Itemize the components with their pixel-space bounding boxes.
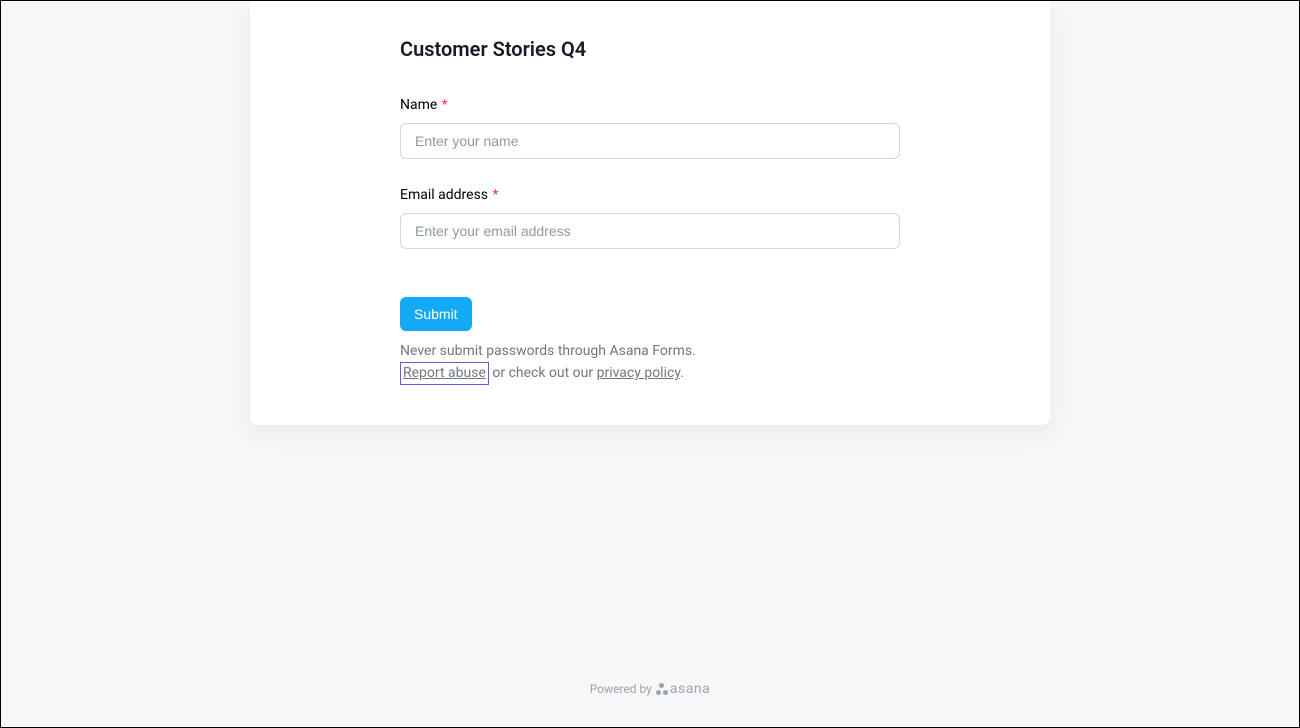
required-indicator: * <box>442 97 448 113</box>
asana-logo-icon <box>656 683 668 695</box>
form-card: Customer Stories Q4 Name * Email address… <box>250 1 1050 425</box>
footer: Powered by asana <box>1 681 1299 697</box>
name-label: Name * <box>400 97 900 113</box>
disclaimer-end: . <box>680 365 684 381</box>
field-name: Name * <box>400 97 900 159</box>
submit-button[interactable]: Submit <box>400 297 472 331</box>
required-indicator: * <box>493 187 499 203</box>
form-title: Customer Stories Q4 <box>400 37 900 61</box>
asana-logo: asana <box>656 681 710 697</box>
name-input[interactable] <box>400 123 900 159</box>
disclaimer-line1: Never submit passwords through Asana For… <box>400 341 900 362</box>
name-label-text: Name <box>400 97 437 113</box>
field-email: Email address * <box>400 187 900 249</box>
privacy-policy-link[interactable]: privacy policy <box>597 365 681 381</box>
email-label: Email address * <box>400 187 900 203</box>
email-label-text: Email address <box>400 187 488 203</box>
asana-logo-text: asana <box>670 681 710 697</box>
disclaimer-line2: Report abuse or check out our privacy po… <box>400 362 900 385</box>
disclaimer-middle: or check out our <box>489 365 597 381</box>
powered-by-text: Powered by <box>590 682 652 696</box>
email-field[interactable] <box>400 213 900 249</box>
report-abuse-link[interactable]: Report abuse <box>400 362 489 385</box>
disclaimer: Never submit passwords through Asana For… <box>400 341 900 385</box>
